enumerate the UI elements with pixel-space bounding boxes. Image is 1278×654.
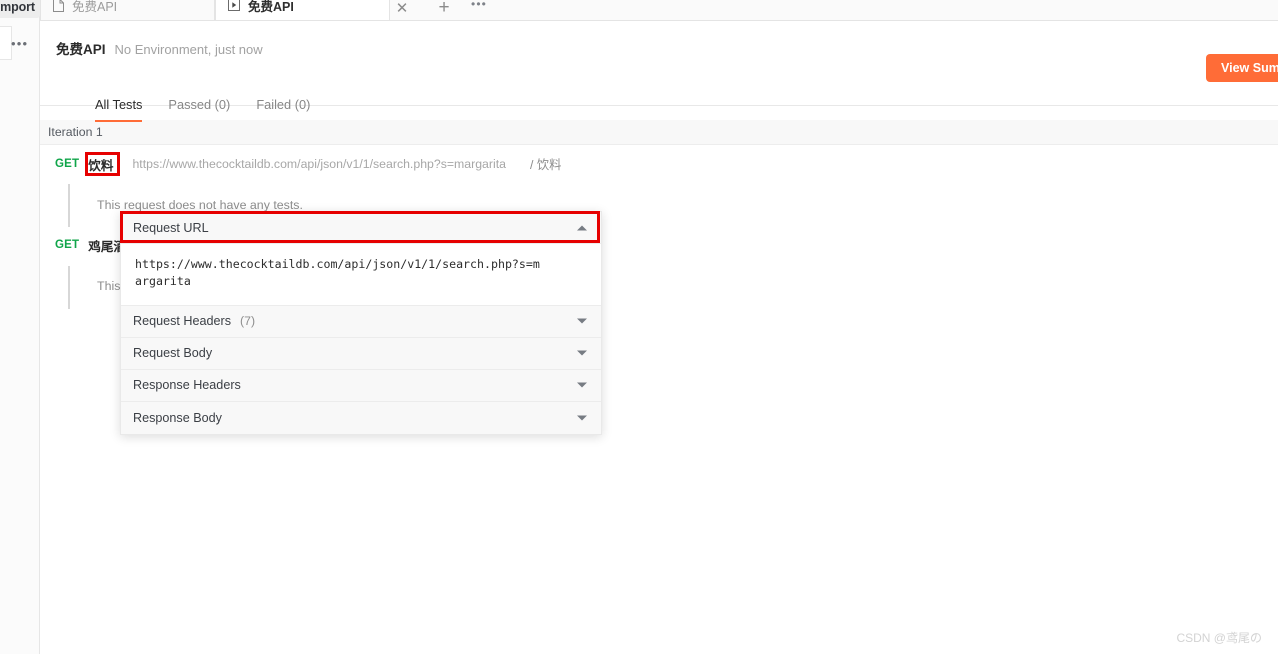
tree-guide-line (68, 184, 70, 227)
left-rail: Import ••• (0, 0, 40, 654)
import-button[interactable]: Import (0, 0, 40, 18)
accordion-request-headers[interactable]: Request Headers (7) (121, 305, 601, 338)
tab-label: 免费API (72, 0, 118, 14)
close-icon[interactable]: ✕ (393, 0, 411, 18)
request-url-value: https://www.thecocktaildb.com/api/json/v… (135, 257, 540, 289)
chevron-down-icon (577, 318, 587, 324)
request-row[interactable]: GET 鸡尾酒 (55, 234, 126, 256)
accordion-response-body[interactable]: Response Body (121, 401, 601, 434)
iteration-label: Iteration 1 (48, 125, 103, 139)
accordion-title: Request Body (133, 346, 213, 361)
request-url-body: https://www.thecocktaildb.com/api/json/v… (121, 244, 601, 306)
chevron-down-icon (577, 350, 587, 356)
accordion-request-url[interactable]: Request URL (121, 212, 601, 244)
more-horizontal-icon[interactable]: ••• (11, 36, 30, 52)
request-folder-path: / 饮料 (529, 158, 562, 172)
tab-passed[interactable]: Passed (0) (168, 97, 230, 122)
request-detail-popover: Request URL https://www.thecocktaildb.co… (120, 211, 602, 435)
tree-guide-line (68, 266, 70, 309)
result-filter-tabs: All Tests Passed (0) Failed (0) (95, 97, 310, 122)
watermark: CSDN @鸢尾の (1176, 631, 1262, 645)
runner-play-icon (228, 0, 240, 11)
accordion-response-headers[interactable]: Response Headers (121, 369, 601, 402)
accordion-title: Response Body (133, 410, 222, 425)
document-icon (53, 0, 64, 12)
chevron-down-icon (577, 382, 587, 388)
postman-collection-runner-window: Import ••• 免费API 免费API ✕ + ••• 免费API No … (0, 0, 1278, 654)
tab-overflow-icon[interactable]: ••• (468, 0, 490, 13)
http-method-badge: GET (55, 158, 80, 170)
tab-failed[interactable]: Failed (0) (256, 97, 310, 122)
tab-label: 免费API (248, 0, 294, 14)
request-row[interactable]: GET 饮料 https://www.thecocktaildb.com/api… (55, 153, 561, 175)
page-title: 免费API (56, 42, 106, 57)
http-method-badge: GET (55, 239, 80, 251)
tab-strip-divider (40, 20, 1278, 21)
tab-collection-免费api[interactable]: 免费API (40, 0, 215, 21)
view-summary-button[interactable]: View Summary (1206, 54, 1278, 82)
run-subtitle: No Environment, just now (114, 42, 263, 57)
iteration-header: Iteration 1 (40, 120, 1278, 145)
run-title-row: 免费API No Environment, just now (56, 38, 263, 58)
tab-strip: 免费API 免费API ✕ + ••• (40, 0, 1278, 21)
accordion-title: Request URL (133, 220, 209, 235)
tab-runner-免费api[interactable]: 免费API (215, 0, 390, 21)
accordion-request-body[interactable]: Request Body (121, 337, 601, 370)
new-tab-icon[interactable]: + (434, 0, 454, 18)
accordion-count: (7) (240, 314, 256, 329)
request-name: 饮料 (88, 158, 114, 173)
accordion-title: Response Headers (133, 378, 241, 393)
no-tests-message: This request does not have any tests. (97, 198, 303, 212)
tab-all-tests[interactable]: All Tests (95, 97, 143, 122)
chevron-down-icon (577, 415, 587, 421)
request-url: https://www.thecocktaildb.com/api/json/v… (132, 157, 506, 171)
run-header: 免费API No Environment, just now View Summ… (40, 21, 1278, 122)
chevron-up-icon (577, 225, 587, 230)
accordion-title: Request Headers (133, 314, 232, 329)
